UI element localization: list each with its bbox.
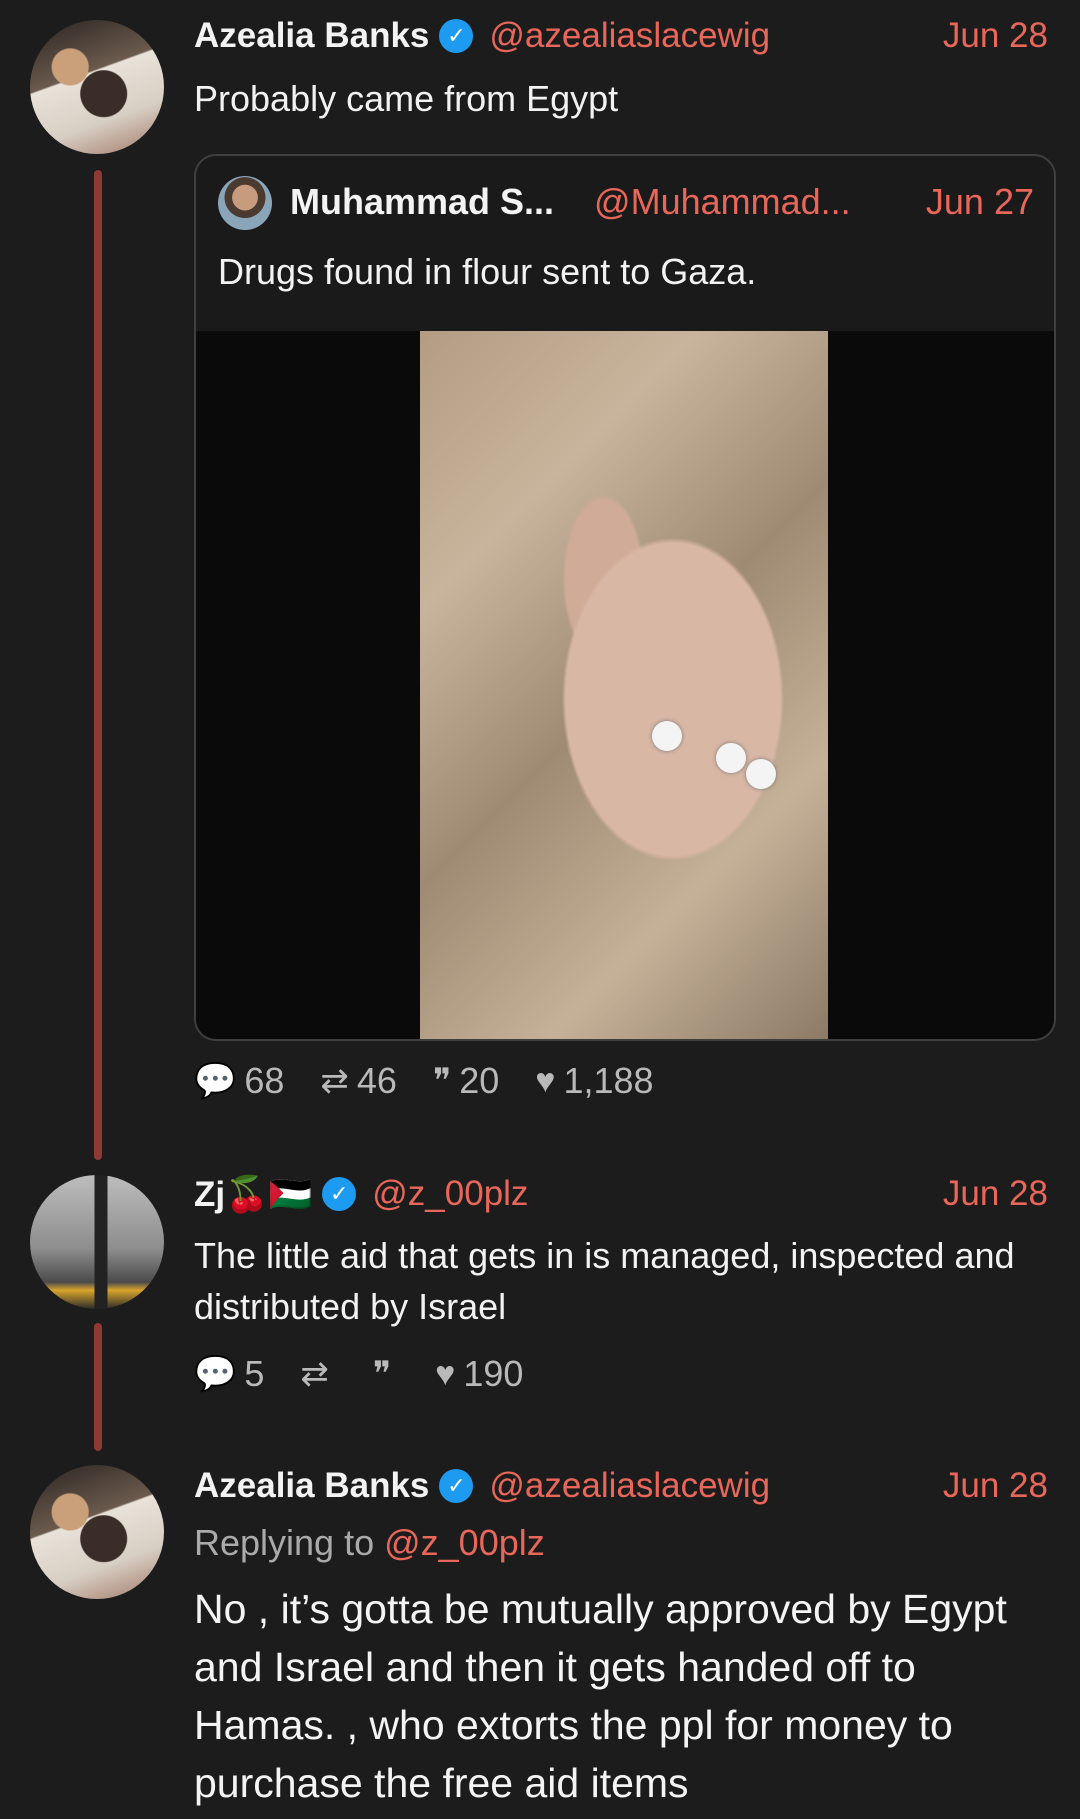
tweet-date[interactable]: Jun 28 (943, 1174, 1048, 1214)
pill-shape (716, 743, 746, 773)
avatar[interactable] (30, 1465, 164, 1599)
author-name[interactable]: Zj🍒🇵🇸 (194, 1174, 312, 1215)
tweet-date[interactable]: Jun 27 (926, 181, 1034, 223)
verified-check-icon: ✓ (439, 19, 474, 53)
author-handle[interactable]: @azealiaslacewig (489, 1466, 770, 1506)
avatar[interactable] (30, 20, 164, 154)
heart-icon: ♥ (535, 1061, 556, 1100)
author-name[interactable]: Azealia Banks (194, 1466, 429, 1506)
author-name[interactable]: Azealia Banks (194, 16, 429, 56)
speech-bubble-icon: 💬 (194, 1355, 237, 1393)
tweet-date[interactable]: Jun 28 (943, 16, 1048, 56)
tweet[interactable]: Zj🍒🇵🇸 ✓ @z_00plz Jun 28 The little aid t… (0, 1160, 1080, 1420)
replying-to-handle[interactable]: @z_00plz (384, 1522, 545, 1563)
author-handle[interactable]: @Muhammad... (594, 181, 851, 223)
verified-check-icon: ✓ (439, 1469, 474, 1503)
replying-to-line: Replying to @z_00plz (194, 1522, 545, 1564)
like-button[interactable]: ♥ 190 (435, 1353, 523, 1395)
tweet-image[interactable] (420, 331, 828, 1039)
tweet-date[interactable]: Jun 28 (943, 1466, 1048, 1506)
retweet-icon: ⇄ (300, 1355, 329, 1393)
quoted-tweet[interactable]: Muhammad S... @Muhammad... Jun 27 Drugs … (194, 154, 1056, 1041)
author-handle[interactable]: @azealiaslacewig (489, 16, 770, 56)
avatar[interactable] (30, 1175, 164, 1309)
reply-button[interactable]: 💬 5 (194, 1353, 264, 1395)
tweet-header: Azealia Banks ✓ @azealiaslacewig Jun 28 (194, 14, 1048, 58)
reply-count: 68 (244, 1060, 285, 1101)
quote-icon: ❞ (372, 1355, 392, 1393)
retweet-button[interactable]: ⇄ (300, 1354, 337, 1394)
like-button[interactable]: ♥ 1,188 (535, 1060, 653, 1102)
speech-bubble-icon: 💬 (194, 1062, 237, 1100)
tweet-actions: 💬 5 ⇄ ❞ ♥ 190 (194, 1353, 559, 1395)
tweet[interactable]: Azealia Banks ✓ @azealiaslacewig Jun 28 … (0, 1450, 1080, 1819)
tweet-text: The little aid that gets in is managed, … (194, 1235, 1015, 1327)
like-count: 190 (463, 1353, 524, 1394)
like-count: 1,188 (563, 1060, 654, 1101)
quote-button[interactable]: ❞ (373, 1354, 399, 1394)
quoted-tweet-text: Drugs found in flour sent to Gaza. (218, 251, 757, 292)
heart-icon: ♥ (435, 1354, 456, 1393)
media-container[interactable] (196, 331, 1054, 1039)
quote-icon: ❞ (432, 1062, 452, 1100)
avatar[interactable] (218, 176, 272, 230)
quote-button[interactable]: ❞ 20 (433, 1060, 499, 1102)
tweet[interactable]: Azealia Banks ✓ @azealiaslacewig Jun 28 … (0, 0, 1080, 1140)
tweet-header: Azealia Banks ✓ @azealiaslacewig Jun 28 (194, 1464, 1048, 1508)
author-name[interactable]: Muhammad S... (290, 181, 554, 223)
quoted-tweet-header: Muhammad S... @Muhammad... Jun 27 (290, 178, 1034, 226)
tweet-text: No , it’s gotta be mutually approved by … (194, 1586, 1007, 1806)
tweet-text: Probably came from Egypt (194, 78, 619, 119)
tweet-actions: 💬 68 ⇄ 46 ❞ 20 ♥ 1,188 (194, 1060, 690, 1102)
retweet-button[interactable]: ⇄ 46 (320, 1060, 397, 1102)
verified-check-icon: ✓ (322, 1177, 357, 1211)
pill-shape (746, 759, 776, 789)
author-handle[interactable]: @z_00plz (372, 1174, 528, 1214)
quote-count: 20 (459, 1060, 500, 1101)
reply-button[interactable]: 💬 68 (194, 1060, 284, 1102)
retweet-icon: ⇄ (320, 1062, 349, 1100)
retweet-count: 46 (356, 1060, 397, 1101)
reply-count: 5 (244, 1353, 265, 1394)
tweet-header: Zj🍒🇵🇸 ✓ @z_00plz Jun 28 (194, 1172, 1048, 1216)
pill-shape (652, 721, 682, 751)
replying-prefix: Replying to (194, 1522, 385, 1563)
